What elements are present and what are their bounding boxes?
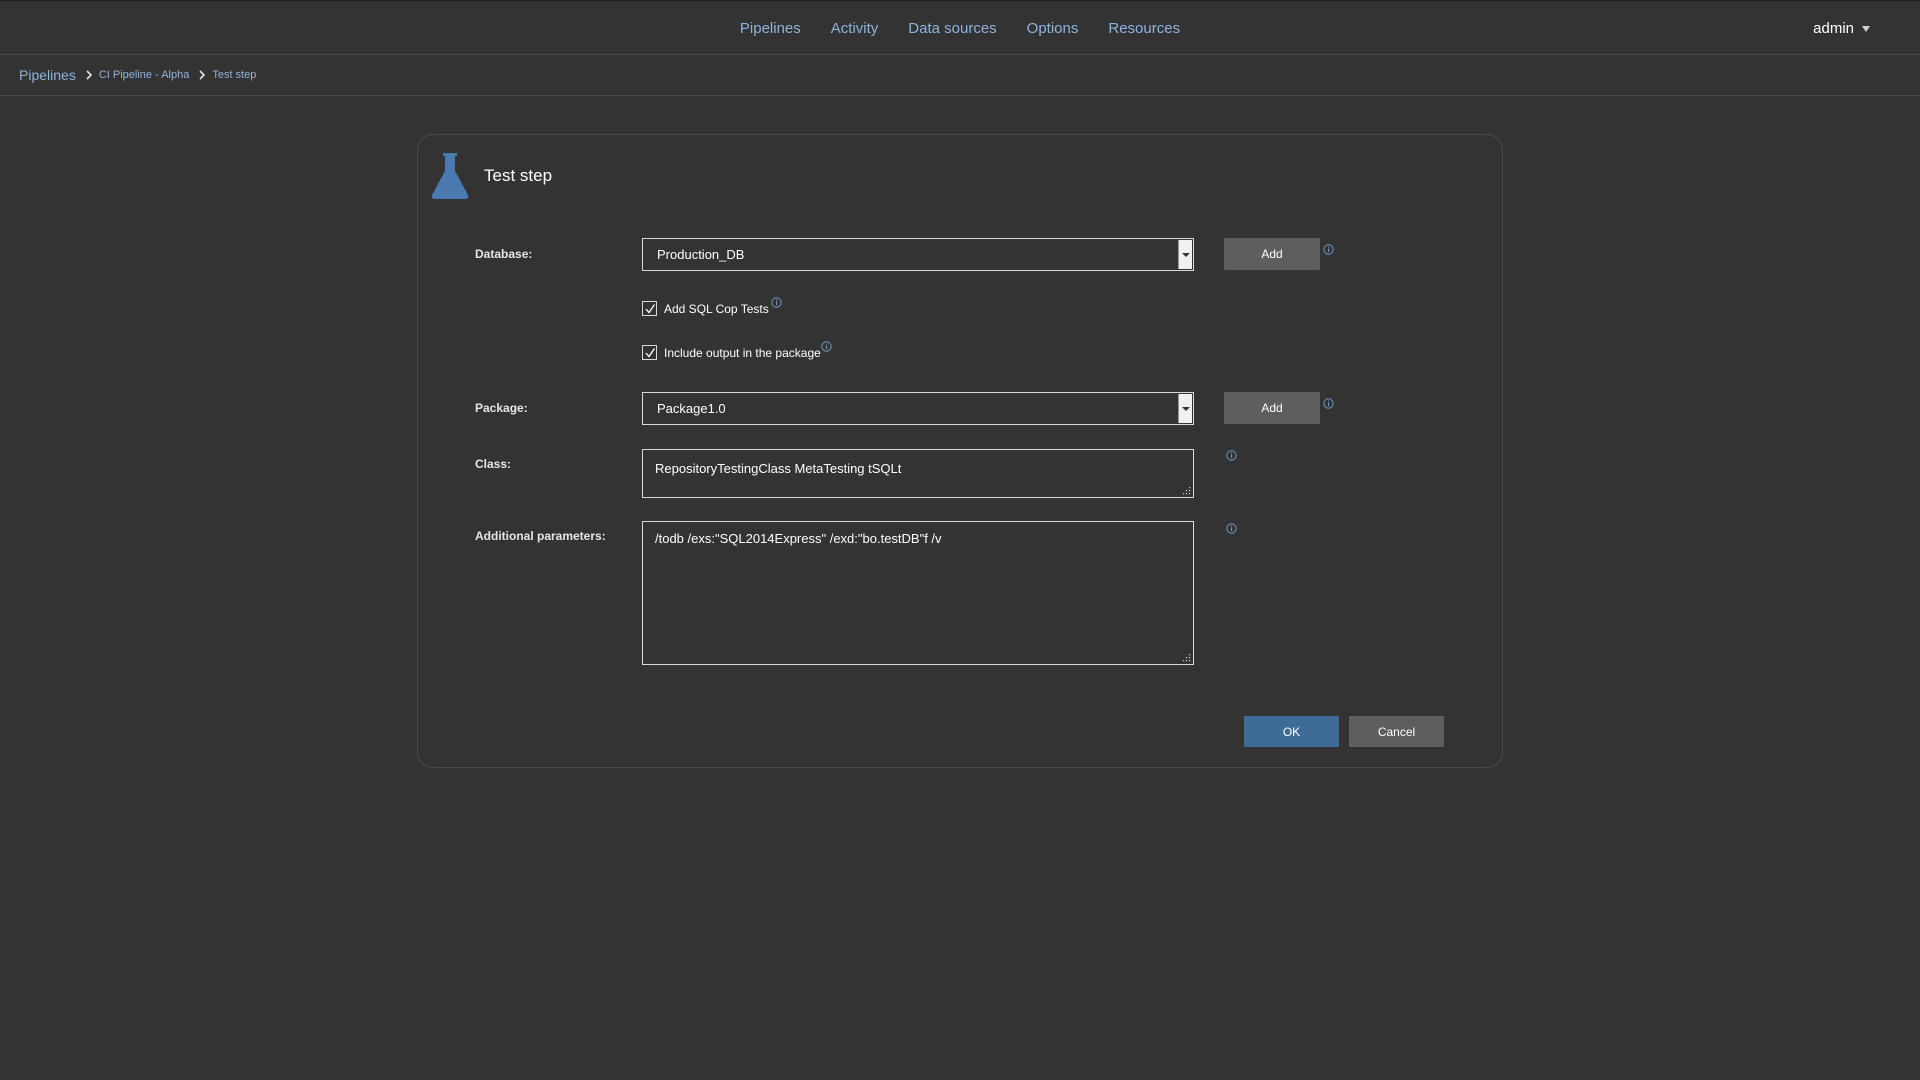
breadcrumb-pipelines[interactable]: Pipelines xyxy=(19,67,76,83)
include-output-option: Include output in the package xyxy=(642,345,821,360)
breadcrumb-current: Test step xyxy=(212,69,257,81)
dialog-header: Test step xyxy=(430,153,552,199)
class-input-value: RepositoryTestingClass MetaTesting tSQLt xyxy=(655,461,902,476)
dropdown-arrow-icon[interactable] xyxy=(1178,394,1192,423)
user-menu[interactable]: admin xyxy=(1813,1,1870,55)
info-icon[interactable] xyxy=(1226,523,1237,534)
dropdown-arrow-icon[interactable] xyxy=(1178,240,1192,269)
chevron-right-icon xyxy=(196,69,208,81)
nav-item-activity[interactable]: Activity xyxy=(831,20,879,37)
database-select-value: Production_DB xyxy=(657,247,745,262)
chevron-right-icon xyxy=(83,69,95,81)
class-label: Class: xyxy=(475,457,512,471)
info-icon[interactable] xyxy=(1226,450,1237,461)
info-icon[interactable] xyxy=(821,341,832,352)
package-select[interactable]: Package1.0 xyxy=(642,392,1194,425)
nav-item-pipelines[interactable]: Pipelines xyxy=(740,20,801,37)
nav-item-resources[interactable]: Resources xyxy=(1108,20,1180,37)
resize-grip-icon[interactable] xyxy=(1183,654,1191,662)
info-icon[interactable] xyxy=(771,297,782,308)
package-select-value: Package1.0 xyxy=(657,401,726,416)
breadcrumb-ci-pipeline[interactable]: CI Pipeline - Alpha xyxy=(99,69,190,81)
ok-button[interactable]: OK xyxy=(1244,716,1339,747)
sql-cop-option: Add SQL Cop Tests xyxy=(642,301,769,316)
nav-item-data-sources[interactable]: Data sources xyxy=(908,20,996,37)
chevron-down-icon xyxy=(1862,26,1870,32)
additional-parameters-value: /todb /exs:"SQL2014Express" /exd:"bo.tes… xyxy=(655,531,942,546)
additional-parameters-label: Additional parameters: xyxy=(475,529,606,543)
additional-parameters-input[interactable]: /todb /exs:"SQL2014Express" /exd:"bo.tes… xyxy=(642,521,1194,665)
add-database-button[interactable]: Add xyxy=(1224,238,1320,270)
sql-cop-checkbox[interactable] xyxy=(642,301,657,316)
main-nav: Pipelines Activity Data sources Options … xyxy=(0,1,1920,55)
flask-icon xyxy=(431,153,469,199)
include-output-label: Include output in the package xyxy=(664,345,821,360)
breadcrumb: Pipelines CI Pipeline - Alpha Test step xyxy=(0,55,1920,96)
nav-item-options[interactable]: Options xyxy=(1027,20,1079,37)
add-package-button[interactable]: Add xyxy=(1224,392,1320,424)
info-icon[interactable] xyxy=(1323,244,1334,255)
database-label: Database: xyxy=(475,247,533,261)
database-select[interactable]: Production_DB xyxy=(642,238,1194,271)
top-navigation-bar: Pipelines Activity Data sources Options … xyxy=(0,0,1920,55)
test-step-dialog: Test step Database: Production_DB Add Ad… xyxy=(417,134,1503,768)
sql-cop-label: Add SQL Cop Tests xyxy=(664,301,769,316)
resize-grip-icon[interactable] xyxy=(1183,487,1191,495)
page-title: Test step xyxy=(484,166,553,185)
cancel-button[interactable]: Cancel xyxy=(1349,716,1444,747)
user-name: admin xyxy=(1813,19,1854,37)
include-output-checkbox[interactable] xyxy=(642,345,657,360)
class-input[interactable]: RepositoryTestingClass MetaTesting tSQLt xyxy=(642,449,1194,498)
package-label: Package: xyxy=(475,401,528,415)
info-icon[interactable] xyxy=(1323,398,1334,409)
